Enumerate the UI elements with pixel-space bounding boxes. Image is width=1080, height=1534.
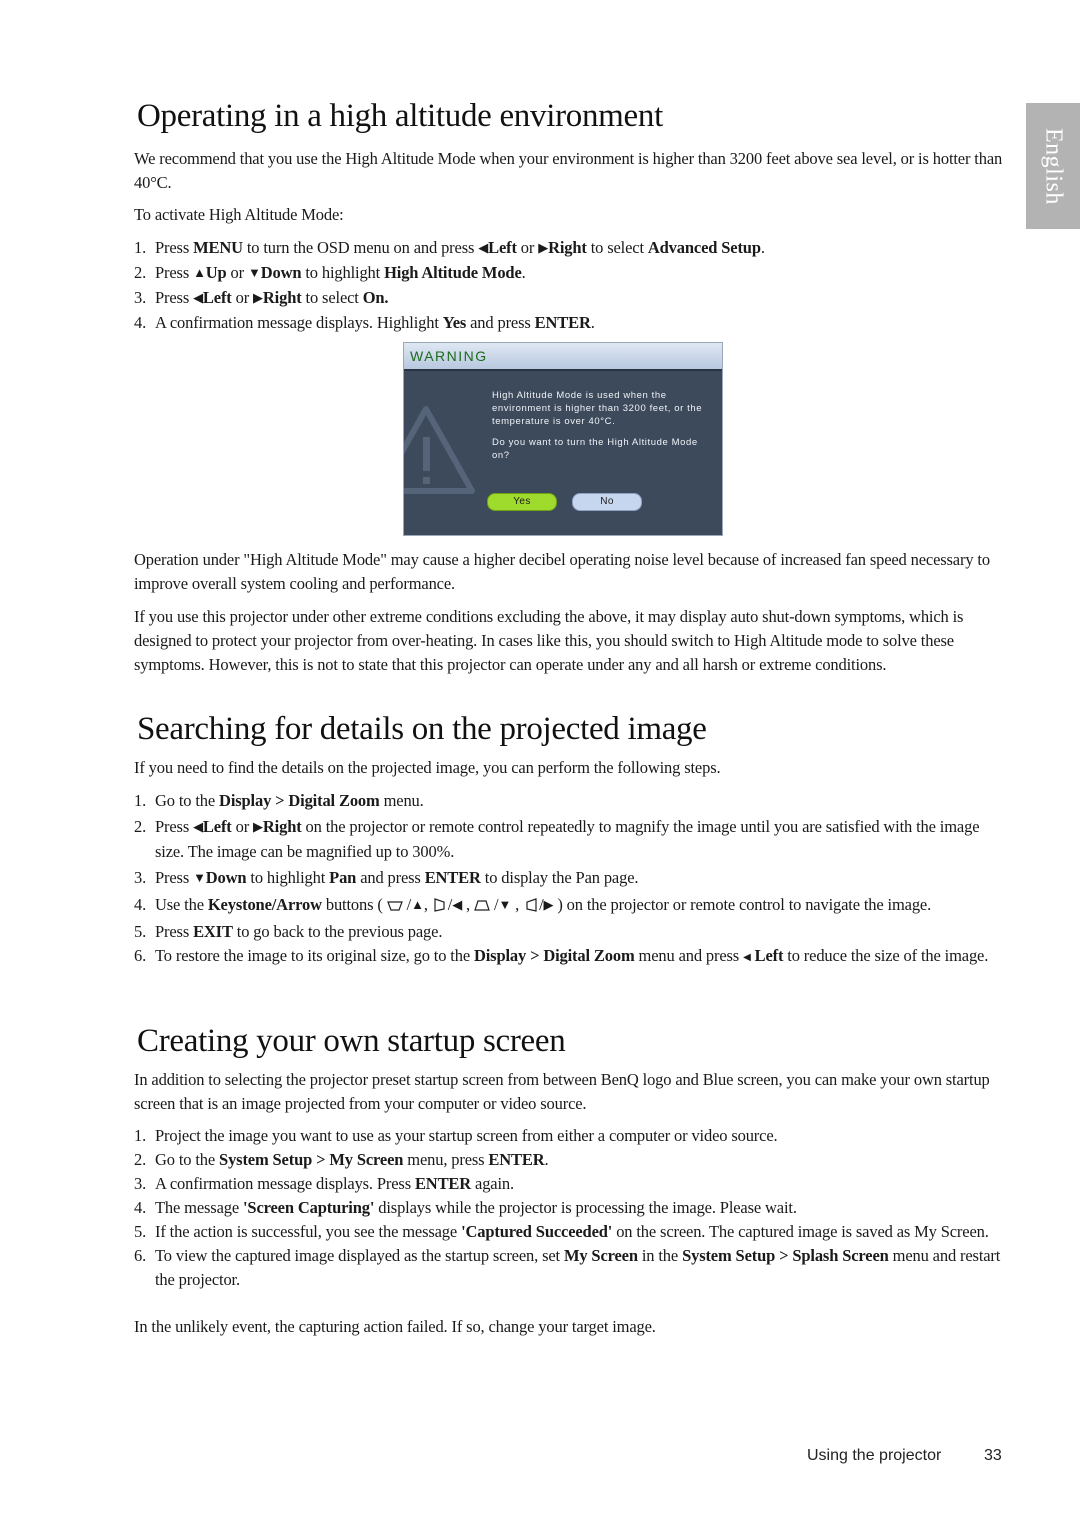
list-item: 6. To restore the image to its original … xyxy=(134,944,1004,971)
list-item: 4. A confirmation message displays. High… xyxy=(134,313,595,332)
high-altitude-note-1: Operation under "High Altitude Mode" may… xyxy=(134,550,990,593)
warning-question-text: Do you want to turn the High Altitude Mo… xyxy=(492,437,698,461)
list-item: 5. If the action is successful, you see … xyxy=(134,1222,989,1241)
language-tab-label: English xyxy=(1040,127,1067,205)
searching-steps: 1. Go to the Display > Digital Zoom menu… xyxy=(134,789,1004,971)
list-item: 6. To view the captured image displayed … xyxy=(134,1246,1001,1289)
warning-triangle-icon xyxy=(404,406,475,494)
startup-intro: In addition to selecting the projector p… xyxy=(134,1070,990,1113)
footer-section-label: Using the projector xyxy=(807,1447,942,1464)
activate-label: To activate High Altitude Mode: xyxy=(134,205,344,224)
list-item: 2. Press ▲Up or ▼Down to highlight High … xyxy=(134,261,1004,286)
keystone-bottom-icon xyxy=(474,900,490,911)
left-arrow-icon: ◀ xyxy=(743,952,751,963)
up-arrow-icon: ▲ xyxy=(411,897,424,912)
startup-steps: 1. Project the image you want to use as … xyxy=(134,1124,1004,1292)
warning-dialog-header: WARNING xyxy=(404,343,722,371)
searching-intro: If you need to find the details on the p… xyxy=(134,758,721,777)
warning-dialog-message: High Altitude Mode is used when the envi… xyxy=(492,389,712,470)
down-arrow-icon: ▼ xyxy=(193,870,206,885)
up-arrow-icon: ▲ xyxy=(193,265,206,280)
high-altitude-intro: We recommend that you use the High Altit… xyxy=(134,149,1003,192)
list-item: 2. Go to the System Setup > My Screen me… xyxy=(134,1150,549,1169)
section-title-startup: Creating your own startup screen xyxy=(137,1023,566,1059)
language-tab: English xyxy=(1026,103,1080,229)
section-title-high-altitude: Operating in a high altitude environment xyxy=(137,98,663,134)
list-item: 4. The message 'Screen Capturing' displa… xyxy=(134,1198,797,1217)
right-arrow-icon: ▶ xyxy=(253,819,263,834)
left-arrow-icon: ◀ xyxy=(478,240,489,255)
left-arrow-icon: ◀ xyxy=(452,897,463,912)
list-item: 1. Project the image you want to use as … xyxy=(134,1126,778,1145)
right-arrow-icon: ▶ xyxy=(543,897,554,912)
keystone-right-icon xyxy=(526,898,537,912)
right-arrow-icon: ▶ xyxy=(538,240,549,255)
list-item: 4. Use the Keystone/Arrow buttons ( /▲, … xyxy=(134,893,1004,918)
no-button[interactable]: No xyxy=(572,493,642,511)
warning-dialog: WARNING High Altitude Mode is used when … xyxy=(403,342,723,536)
list-item: 2. Press ◀Left or ▶Right on the projecto… xyxy=(134,817,980,861)
high-altitude-note-2: If you use this projector under other ex… xyxy=(134,607,964,674)
startup-closing-note: In the unlikely event, the capturing act… xyxy=(134,1317,656,1336)
page-number: 33 xyxy=(984,1447,1002,1464)
high-altitude-steps: 1. Press MENU to turn the OSD menu on an… xyxy=(134,236,1004,335)
keystone-left-icon xyxy=(434,898,445,912)
list-item: 3. Press ◀Left or ▶Right to select On. xyxy=(134,286,1004,311)
left-arrow-icon: ◀ xyxy=(193,819,203,834)
yes-button[interactable]: Yes xyxy=(487,493,557,511)
list-item: 3. Press ▼Down to highlight Pan and pres… xyxy=(134,866,1004,891)
left-arrow-icon: ◀ xyxy=(193,290,203,305)
keystone-top-icon xyxy=(386,901,403,911)
list-item: 1. Go to the Display > Digital Zoom menu… xyxy=(134,791,424,810)
list-item: 3. A confirmation message displays. Pres… xyxy=(134,1174,514,1193)
down-arrow-icon: ▼ xyxy=(498,897,512,912)
down-arrow-icon: ▼ xyxy=(247,265,261,280)
list-item: 1. Press MENU to turn the OSD menu on an… xyxy=(134,236,1004,261)
list-item: 5. Press EXIT to go back to the previous… xyxy=(134,922,443,941)
warning-message-text: High Altitude Mode is used when the envi… xyxy=(492,390,703,427)
section-title-searching: Searching for details on the projected i… xyxy=(137,711,707,747)
right-arrow-icon: ▶ xyxy=(253,290,263,305)
